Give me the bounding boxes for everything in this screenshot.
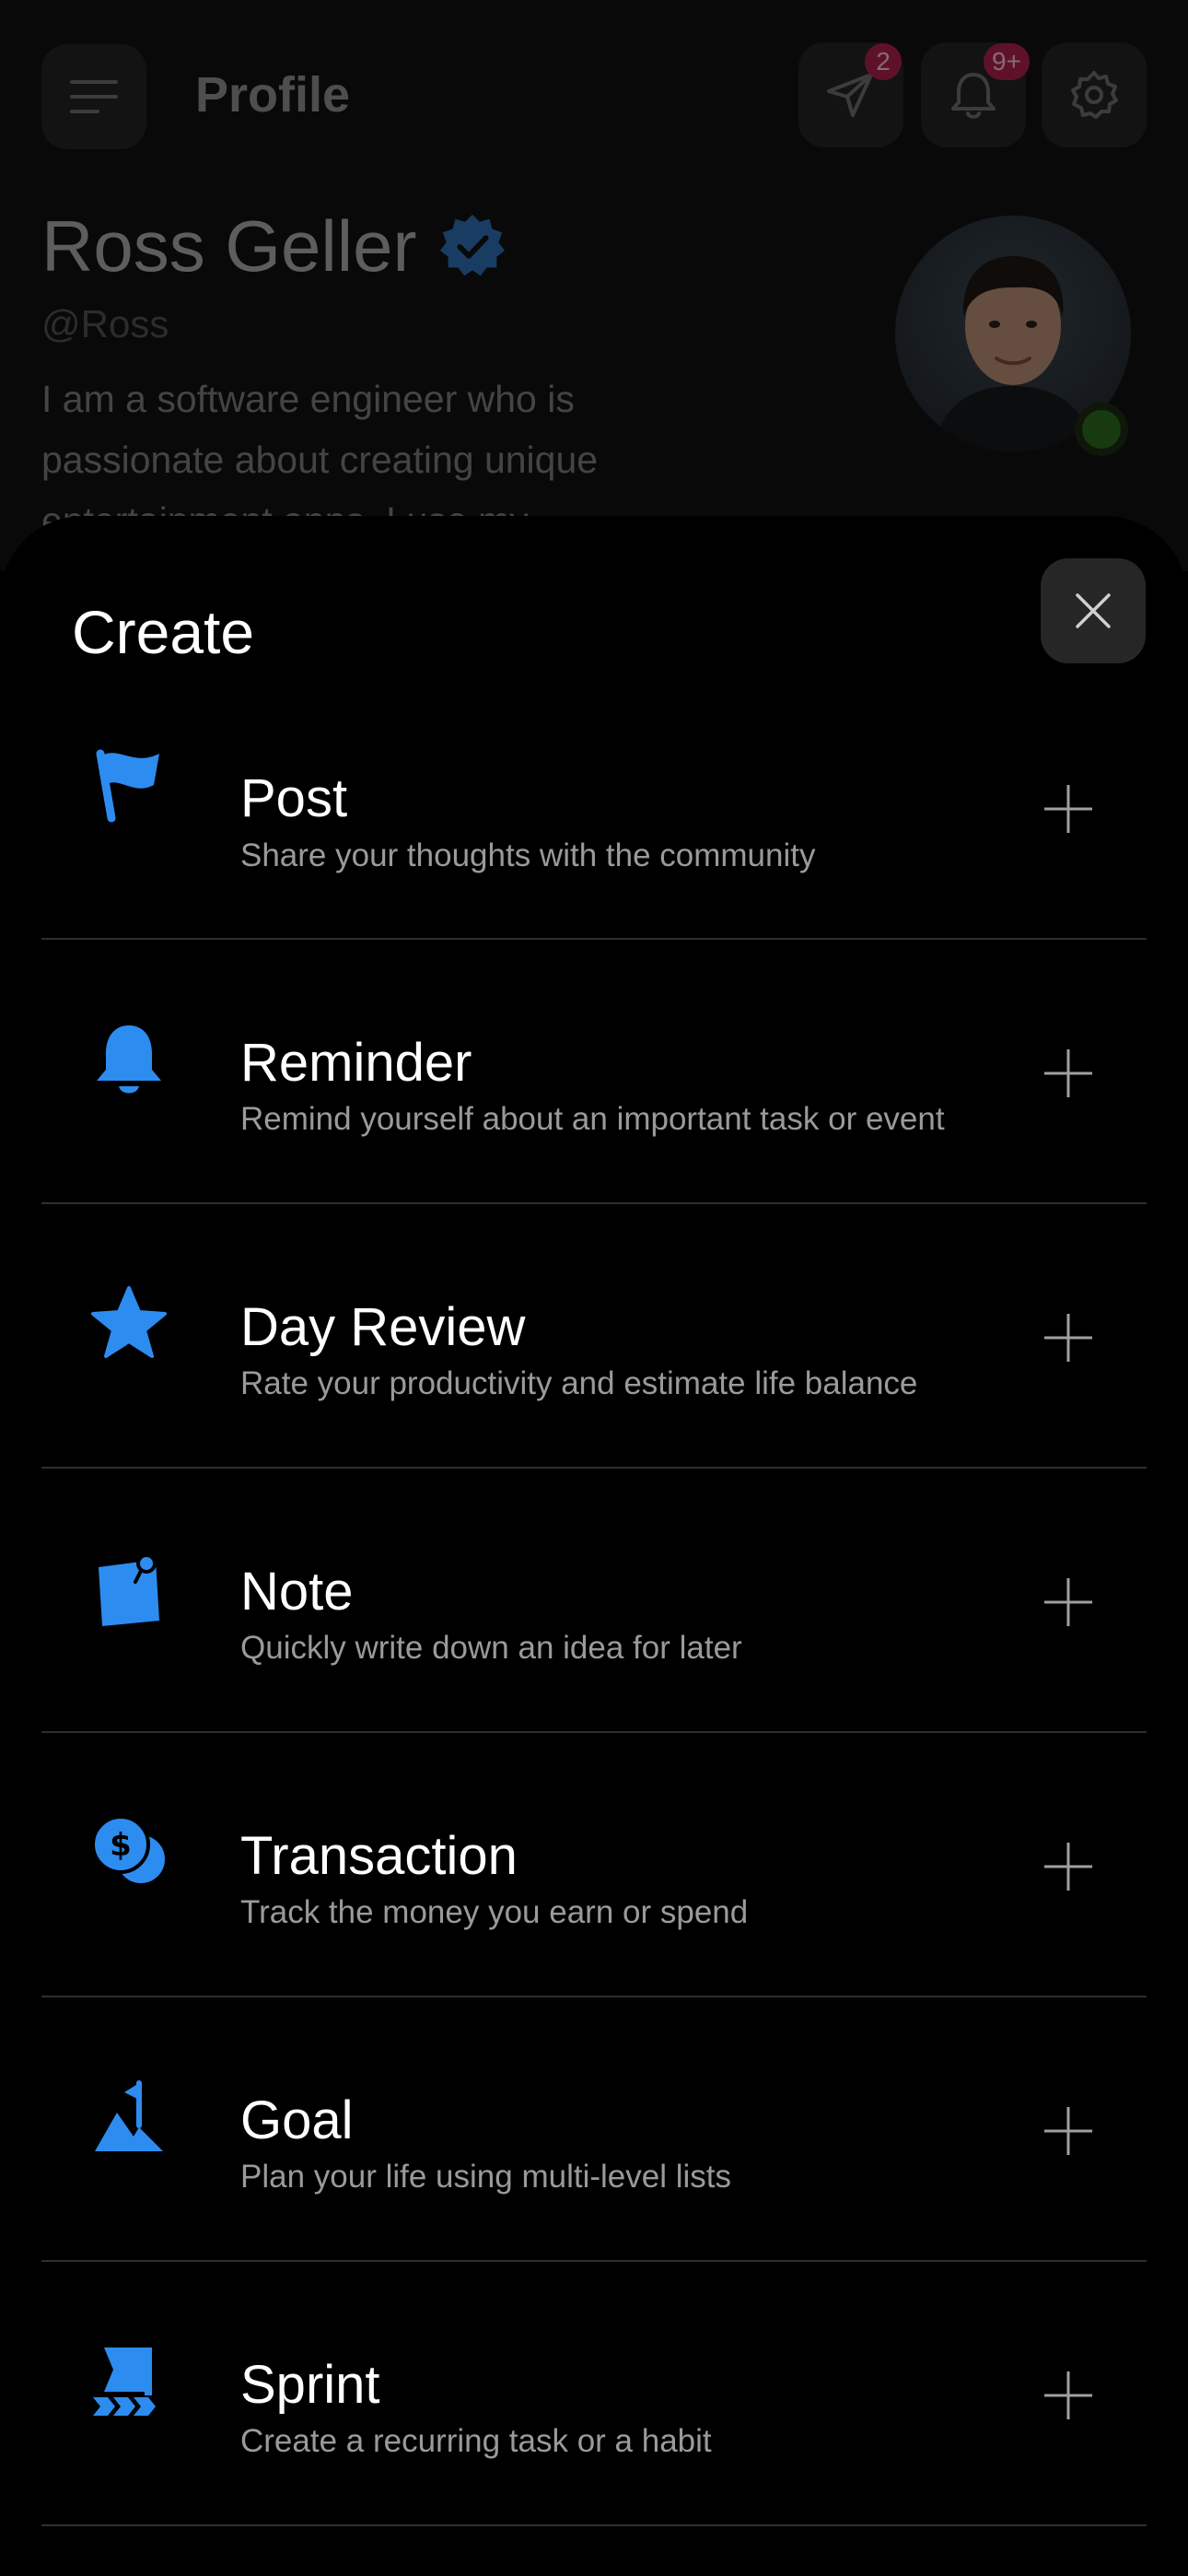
item-description: Plan your life using multi-level lists bbox=[240, 2159, 731, 2195]
create-item-goal[interactable]: Goal Plan your life using multi-level li… bbox=[41, 1997, 1147, 2262]
menu-button[interactable] bbox=[41, 44, 146, 149]
verified-icon bbox=[440, 214, 506, 275]
bell-icon bbox=[87, 1018, 170, 1101]
create-sheet: Create Post Share your thoughts with the… bbox=[0, 516, 1188, 2576]
plus-icon bbox=[1044, 1314, 1092, 1362]
sprint-flag-icon bbox=[87, 2340, 170, 2423]
item-description: Create a recurring task or a habit bbox=[240, 2423, 712, 2459]
messages-badge: 2 bbox=[865, 43, 902, 80]
add-transaction-button[interactable] bbox=[1036, 1834, 1101, 1899]
item-description: Share your thoughts with the community bbox=[240, 837, 816, 873]
gear-icon bbox=[1071, 71, 1118, 119]
add-day-review-button[interactable] bbox=[1036, 1306, 1101, 1370]
notifications-badge: 9+ bbox=[984, 43, 1030, 80]
user-name: Ross Geller bbox=[41, 205, 417, 287]
close-icon bbox=[1076, 593, 1111, 628]
item-title: Reminder bbox=[240, 1033, 472, 1093]
item-description: Rate your productivity and estimate life… bbox=[240, 1365, 918, 1401]
plus-icon bbox=[1044, 2371, 1092, 2419]
create-item-post[interactable]: Post Share your thoughts with the commun… bbox=[41, 686, 1147, 940]
plus-icon bbox=[1044, 1578, 1092, 1626]
profile-screen: Profile 2 9+ Ross Geller @Ross I am a so… bbox=[0, 0, 1188, 571]
note-icon bbox=[87, 1547, 170, 1630]
item-title: Day Review bbox=[240, 1297, 526, 1357]
create-item-reminder[interactable]: Reminder Remind yourself about an import… bbox=[41, 940, 1147, 1204]
add-note-button[interactable] bbox=[1036, 1570, 1101, 1634]
coins-icon: $ bbox=[87, 1811, 170, 1894]
mountain-flag-icon bbox=[87, 2076, 170, 2159]
plus-icon bbox=[1044, 1049, 1092, 1097]
star-icon bbox=[87, 1282, 170, 1365]
settings-button[interactable] bbox=[1042, 42, 1147, 147]
add-post-button[interactable] bbox=[1036, 777, 1101, 841]
plus-icon bbox=[1044, 785, 1092, 833]
item-title: Transaction bbox=[240, 1826, 518, 1886]
item-title: Goal bbox=[240, 2090, 354, 2150]
item-title: Post bbox=[240, 768, 348, 828]
add-reminder-button[interactable] bbox=[1036, 1041, 1101, 1106]
create-item-transaction[interactable]: $ Transaction Track the money you earn o… bbox=[41, 1733, 1147, 1997]
create-item-sprint[interactable]: Sprint Create a recurring task or a habi… bbox=[41, 2262, 1147, 2526]
plus-icon bbox=[1044, 1843, 1092, 1891]
item-title: Sprint bbox=[240, 2355, 380, 2415]
add-sprint-button[interactable] bbox=[1036, 2363, 1101, 2428]
item-title: Note bbox=[240, 1562, 354, 1622]
user-name-row: Ross Geller bbox=[41, 205, 508, 288]
hamburger-icon bbox=[70, 80, 118, 113]
close-button[interactable] bbox=[1041, 558, 1146, 663]
item-description: Remind yourself about an important task … bbox=[240, 1101, 945, 1137]
sheet-title: Create bbox=[72, 598, 255, 666]
item-description: Track the money you earn or spend bbox=[240, 1894, 749, 1930]
page-title: Profile bbox=[195, 67, 351, 123]
user-handle: @Ross bbox=[41, 302, 169, 345]
create-item-note[interactable]: Note Quickly write down an idea for late… bbox=[41, 1469, 1147, 1733]
create-item-day-review[interactable]: Day Review Rate your productivity and es… bbox=[41, 1204, 1147, 1469]
plus-icon bbox=[1044, 2107, 1092, 2155]
add-goal-button[interactable] bbox=[1036, 2099, 1101, 2163]
svg-text:$: $ bbox=[110, 1827, 132, 1864]
online-status-indicator bbox=[1075, 403, 1128, 456]
item-description: Quickly write down an idea for later bbox=[240, 1630, 742, 1666]
flag-icon bbox=[87, 743, 170, 825]
